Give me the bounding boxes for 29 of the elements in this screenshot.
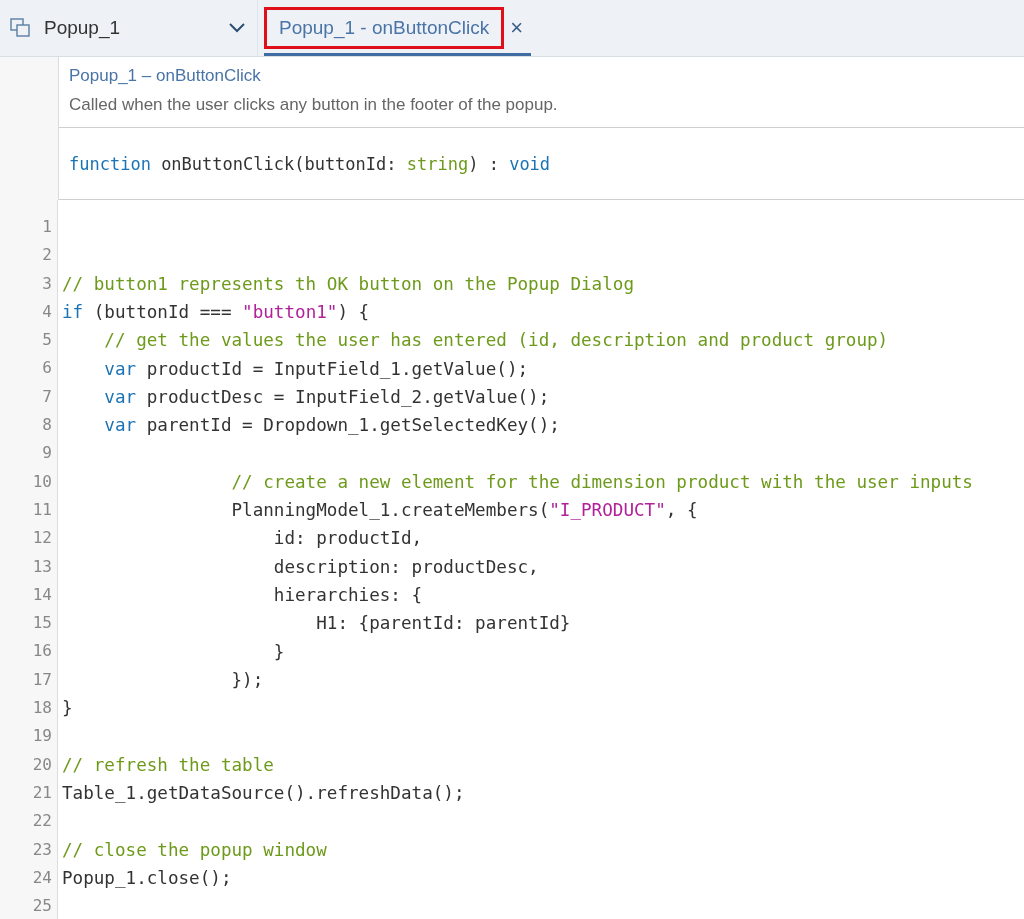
code-line: hierarchies: {	[272, 585, 423, 605]
code-line: // close the popup window	[62, 839, 327, 860]
object-selector[interactable]: Popup_1	[0, 0, 258, 56]
object-name: Popup_1	[44, 17, 122, 39]
code-line: if (buttonId === "button1") {	[62, 302, 370, 323]
code-line: }	[272, 641, 285, 662]
code-line: });	[230, 669, 264, 690]
code-line: var productDesc = InputField_2.getValue();	[103, 386, 550, 407]
code-line: PlanningModel_1.createMembers("I_PRODUCT", {	[230, 500, 698, 521]
function-description: Called when the user clicks any button in the footer of the popup.	[69, 95, 559, 115]
function-title: Popup_1 – onButtonClick	[69, 66, 262, 86]
code-line: }	[62, 698, 73, 719]
code-line: // create a new element for the dimension product with the user inputs	[230, 471, 973, 492]
code-line: // get the values the user has entered (id, description and product group)	[103, 330, 889, 351]
code-line: description: productDesc,	[272, 556, 539, 577]
code-line: H1: {parentId: parentId}	[315, 613, 571, 634]
code-line: // button1 represents th OK button on the Popup Dialog	[62, 273, 634, 294]
close-button[interactable]: ×	[510, 15, 524, 41]
code-line: Popup_1.close();	[62, 867, 232, 888]
code-line: var parentId = Dropdown_1.getSelectedKey();	[103, 415, 560, 436]
code-line: Table_1.getDataSource().refreshData();	[62, 783, 465, 804]
editor-tab[interactable]: Popup_1 - onButtonClick ×	[264, 3, 532, 56]
chevron-down-icon[interactable]	[229, 23, 245, 33]
code-line: // refresh the table	[62, 754, 274, 775]
copy-icon	[10, 18, 32, 38]
code-line: id: productId,	[272, 528, 423, 549]
function-signature: function onButtonClick(buttonId: string) : void	[69, 153, 551, 174]
highlighted-tab-label[interactable]: Popup_1 - onButtonClick	[264, 7, 505, 49]
code-line: var productId = InputField_1.getValue();	[103, 358, 529, 379]
